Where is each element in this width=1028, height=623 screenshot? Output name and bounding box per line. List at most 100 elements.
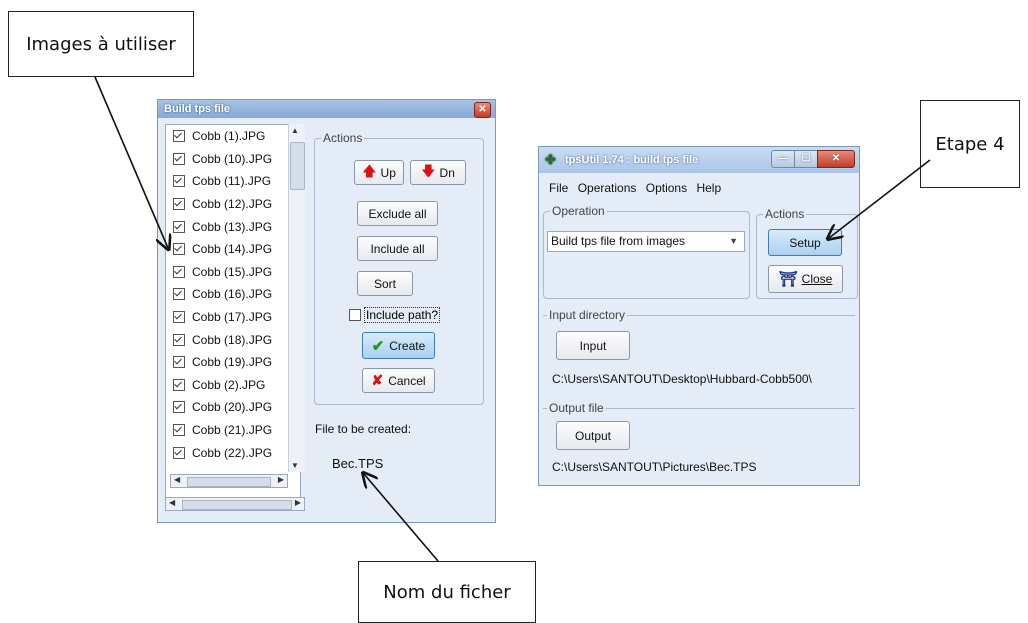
file-to-create-label: File to be created:	[315, 422, 412, 436]
list-item[interactable]: Cobb (13).JPG	[166, 215, 300, 238]
list-item[interactable]: Cobb (20).JPG	[166, 396, 300, 419]
list-item[interactable]: Cobb (18).JPG	[166, 328, 300, 351]
scroll-down-icon[interactable]: ▼	[291, 461, 299, 470]
checkbox[interactable]	[173, 175, 185, 188]
app-icon: ✤	[545, 152, 556, 167]
annotation-arrows	[94, 76, 931, 562]
minimize-icon[interactable]: —	[771, 150, 795, 168]
list-item[interactable]: Cobb (12).JPG	[166, 193, 300, 216]
cancel-button[interactable]: ✘ Cancel	[362, 368, 435, 393]
checkbox[interactable]	[173, 198, 185, 211]
input-button[interactable]: Input	[556, 331, 630, 360]
outer-hscrollbar[interactable]: ◀ ▶	[165, 497, 305, 511]
list-item[interactable]: Cobb (19).JPG	[166, 351, 300, 374]
actions-legend: Actions	[763, 207, 807, 221]
close-button[interactable]: ⛩ Close	[768, 265, 843, 293]
tpsutil-title: tpsUtil 1.74 : build tps file	[565, 154, 699, 166]
include-all-button[interactable]: Include all	[357, 236, 438, 261]
checkbox[interactable]	[173, 130, 185, 143]
checkbox[interactable]	[173, 265, 185, 278]
maximize-icon[interactable]: ☐	[794, 150, 818, 168]
list-item[interactable]: Cobb (16).JPG	[166, 283, 300, 306]
scroll-up-icon[interactable]: ▲	[291, 126, 299, 135]
output-file-legend: Output file	[547, 401, 606, 415]
checkbox[interactable]	[173, 401, 185, 414]
menu-file[interactable]: File	[549, 181, 568, 195]
operation-select[interactable]: Build tps file from images ▼	[547, 231, 745, 252]
checkbox[interactable]	[173, 288, 185, 301]
file-name: Cobb (22).JPG	[192, 445, 273, 460]
up-label: Up	[380, 165, 396, 180]
include-path-label: Include path?	[364, 307, 441, 323]
file-name: Cobb (14).JPG	[192, 242, 273, 257]
close-icon[interactable]: ✕	[474, 102, 491, 118]
checkbox[interactable]	[173, 446, 185, 459]
list-item[interactable]: Cobb (21).JPG	[166, 419, 300, 442]
callout-images-text: Images à utiliser	[26, 33, 176, 55]
close-label: Close	[801, 272, 833, 286]
setup-button[interactable]: Setup	[768, 229, 842, 256]
build-tps-titlebar: Build tps file ✕	[158, 100, 495, 118]
checkbox[interactable]	[173, 311, 185, 324]
checkbox[interactable]	[173, 152, 185, 165]
checkbox[interactable]	[173, 378, 185, 391]
menu-operations[interactable]: Operations	[578, 181, 637, 195]
scroll-left-icon[interactable]: ◀	[169, 498, 175, 507]
sort-button[interactable]: Sort	[357, 271, 413, 296]
operation-legend: Operation	[550, 204, 607, 218]
arrow-down-icon: 🡇	[421, 162, 436, 179]
file-name: Cobb (15).JPG	[192, 264, 273, 279]
scroll-thumb[interactable]	[290, 142, 305, 190]
file-list-vscrollbar[interactable]: ▲ ▼	[288, 124, 305, 472]
create-label: Create	[389, 338, 426, 353]
include-path-checkbox-row[interactable]: Include path?	[349, 307, 441, 323]
output-path: C:\Users\SANTOUT\Pictures\Bec.TPS	[552, 460, 757, 474]
list-item[interactable]: Cobb (15).JPG	[166, 261, 300, 284]
list-item[interactable]: Cobb (17).JPG	[166, 306, 300, 329]
exclude-all-button[interactable]: Exclude all	[357, 201, 438, 226]
checkbox[interactable]	[173, 333, 185, 346]
checkbox[interactable]	[173, 220, 185, 233]
menu-help[interactable]: Help	[696, 181, 721, 195]
output-button[interactable]: Output	[556, 421, 630, 450]
file-name: Cobb (11).JPG	[192, 174, 272, 189]
list-item[interactable]: Cobb (10).JPG	[166, 148, 300, 171]
scroll-thumb[interactable]	[187, 477, 271, 487]
list-item[interactable]: Cobb (14).JPG	[166, 238, 300, 261]
actions-legend: Actions	[321, 131, 365, 145]
scroll-right-icon[interactable]: ▶	[278, 475, 284, 484]
file-list[interactable]: Cobb (1).JPG Cobb (10).JPG Cobb (11).JPG…	[165, 124, 301, 500]
close-icon[interactable]: ✕	[817, 150, 855, 168]
scroll-left-icon[interactable]: ◀	[174, 475, 180, 484]
file-name: Cobb (21).JPG	[192, 423, 273, 438]
tpsutil-window: ✤ tpsUtil 1.74 : build tps file — ☐ ✕ Fi…	[538, 146, 860, 486]
file-name: Cobb (20).JPG	[192, 400, 273, 415]
create-button[interactable]: ✔ Create	[362, 332, 435, 359]
chevron-down-icon[interactable]: ▼	[729, 232, 738, 251]
checkbox[interactable]	[173, 424, 185, 437]
include-path-checkbox[interactable]	[349, 309, 361, 321]
input-directory-legend: Input directory	[547, 308, 628, 322]
file-name: Cobb (12).JPG	[192, 197, 273, 212]
list-item[interactable]: Cobb (22).JPG	[166, 441, 300, 464]
operation-value: Build tps file from images	[551, 234, 686, 248]
file-list-hscrollbar[interactable]: ◀ ▶	[170, 474, 288, 488]
checkbox[interactable]	[173, 243, 185, 256]
list-item[interactable]: Cobb (11).JPG	[166, 170, 300, 193]
file-name: Cobb (19).JPG	[192, 355, 273, 370]
tpsutil-titlebar: ✤ tpsUtil 1.74 : build tps file — ☐ ✕	[539, 147, 859, 173]
list-item[interactable]: Cobb (1).JPG	[166, 125, 300, 148]
move-down-button[interactable]: 🡇 Dn	[410, 160, 466, 185]
door-icon: ⛩	[778, 271, 798, 288]
scroll-thumb[interactable]	[182, 500, 292, 510]
operation-group: Operation	[543, 204, 750, 299]
callout-images: Images à utiliser	[8, 11, 194, 77]
menu-options[interactable]: Options	[646, 181, 687, 195]
build-tps-window: Build tps file ✕ Cobb (1).JPG Cobb (10).…	[157, 99, 496, 523]
list-item[interactable]: Cobb (2).JPG	[166, 374, 300, 397]
arrow-up-icon: 🡅	[362, 162, 377, 179]
scroll-right-icon[interactable]: ▶	[295, 498, 301, 507]
file-name: Cobb (17).JPG	[192, 310, 273, 325]
checkbox[interactable]	[173, 356, 185, 369]
move-up-button[interactable]: 🡅 Up	[354, 160, 404, 185]
